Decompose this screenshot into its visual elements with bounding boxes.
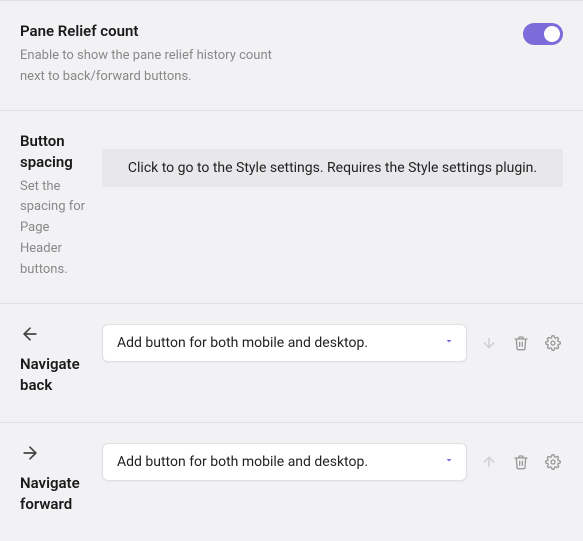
setting-control [298,21,564,45]
select-wrap: Add button for both mobile and desktop. [102,443,467,481]
setting-name: Navigate forward [20,473,90,515]
setting-info: Button spacing Set the spacing for Page … [20,131,90,281]
setting-info: Navigate back [20,324,90,400]
setting-control: Add button for both mobile and desktop. [102,443,563,481]
setting-navigate-forward: Navigate forward Add button for both mob… [0,422,583,541]
setting-name: Button spacing [20,131,90,173]
delete-button[interactable] [511,333,531,353]
settings-button[interactable] [543,333,563,353]
setting-control: Click to go to the Style settings. Requi… [102,131,563,187]
setting-button-spacing: Button spacing Set the spacing for Page … [0,110,583,303]
setting-navigate-back: Navigate back Add button for both mobile… [0,303,583,422]
select-wrap: Add button for both mobile and desktop. [102,324,467,362]
navigate-forward-select[interactable]: Add button for both mobile and desktop. [102,443,467,481]
setting-name: Navigate back [20,354,90,396]
setting-desc: Set the spacing for Page Header buttons. [20,177,90,281]
setting-info: Navigate forward [20,443,90,519]
arrow-left-icon [20,324,90,348]
setting-desc: Enable to show the pane relief history c… [20,46,286,88]
navigate-back-select[interactable]: Add button for both mobile and desktop. [102,324,467,362]
setting-info: Pane Relief count Enable to show the pan… [20,21,286,88]
settings-button[interactable] [543,452,563,472]
setting-name: Pane Relief count [20,21,286,42]
move-up-button[interactable] [479,452,499,472]
setting-control: Add button for both mobile and desktop. [102,324,563,362]
arrow-right-icon [20,443,90,467]
setting-pane-relief: Pane Relief count Enable to show the pan… [0,0,583,110]
delete-button[interactable] [511,452,531,472]
pane-relief-toggle[interactable] [523,23,563,45]
style-settings-button[interactable]: Click to go to the Style settings. Requi… [102,149,563,187]
move-down-button[interactable] [479,333,499,353]
